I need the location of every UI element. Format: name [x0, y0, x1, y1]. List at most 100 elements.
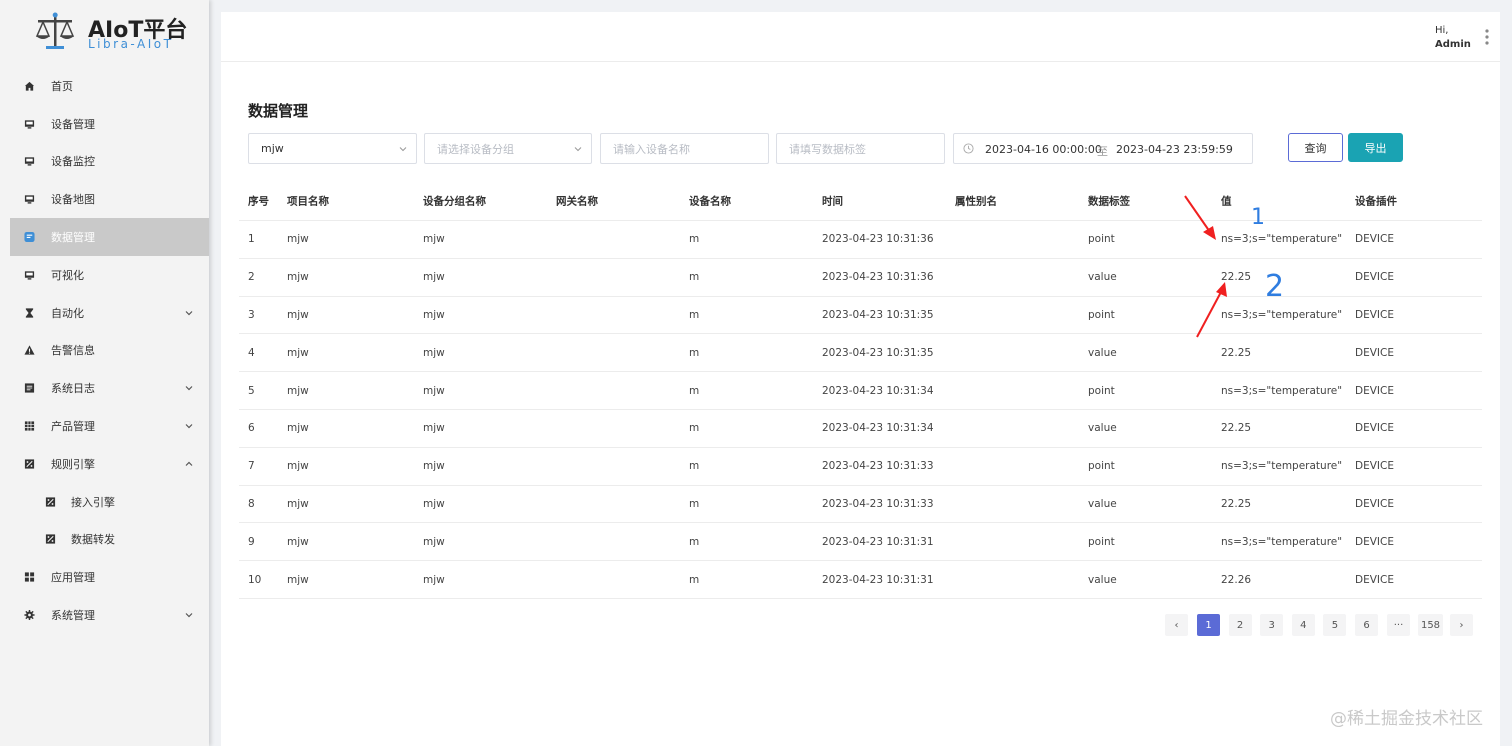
- table-cell: ns=3;s="temperature": [1221, 233, 1343, 246]
- table-cell: mjw: [287, 346, 309, 359]
- table-cell: m: [689, 460, 700, 473]
- table-cell: 2023-04-23 10:31:36: [822, 233, 934, 246]
- chevron-up-icon: [184, 459, 194, 469]
- table-cell: m: [689, 233, 700, 246]
- table-cell: 2023-04-23 10:31:33: [822, 460, 934, 473]
- sidebar-item[interactable]: 自动化: [0, 294, 209, 332]
- table-row[interactable]: 4 mjw mjw m 2023-04-23 10:31:35 value 22.25 DEV…: [239, 334, 1482, 373]
- sidebar-item-label: 系统管理: [51, 609, 95, 623]
- table-cell: m: [689, 346, 700, 359]
- date-start[interactable]: 2023-04-16 00:00:00: [985, 143, 1102, 156]
- monitor-icon: [24, 269, 35, 280]
- grid-icon: [24, 421, 35, 432]
- rule-icon: [24, 458, 35, 469]
- table-cell: 2023-04-23 10:31:35: [822, 308, 934, 321]
- table-cell: point: [1088, 460, 1115, 473]
- sidebar-item[interactable]: 产品管理: [0, 407, 209, 445]
- sidebar-item-label: 设备管理: [51, 117, 95, 131]
- clock-icon: [963, 143, 974, 154]
- next-page-button[interactable]: ›: [1450, 614, 1473, 636]
- table-cell: 22.25: [1221, 346, 1252, 359]
- ellipsis-button[interactable]: ···: [1387, 614, 1410, 636]
- page-button[interactable]: 2: [1228, 614, 1252, 636]
- table-cell: point: [1088, 535, 1115, 548]
- table-cell: m: [689, 573, 700, 586]
- table-cell: 2: [248, 271, 255, 284]
- table-cell: 5: [248, 384, 255, 397]
- table-cell: m: [689, 497, 700, 510]
- table-row[interactable]: 10 mjw mjw m 2023-04-23 10:31:31 value 22.26 DE…: [239, 561, 1482, 599]
- table-cell: 22.25: [1221, 271, 1252, 284]
- page-button[interactable]: 5: [1323, 614, 1347, 636]
- more-vertical-icon[interactable]: [1485, 29, 1489, 45]
- table-cell: 2023-04-23 10:31:33: [822, 497, 934, 510]
- table-cell: mjw: [423, 271, 445, 284]
- app-subtitle: Libra-AIoT: [88, 37, 174, 51]
- sidebar-item[interactable]: 设备管理: [0, 105, 209, 143]
- sidebar-item[interactable]: 数据转发: [0, 521, 209, 559]
- date-range-picker[interactable]: 2023-04-16 00:00:00 至 2023-04-23 23:59:5…: [953, 133, 1253, 164]
- group-select[interactable]: 请选择设备分组: [424, 133, 592, 164]
- page-button[interactable]: 6: [1355, 614, 1378, 636]
- prev-page-button[interactable]: ‹: [1165, 614, 1188, 636]
- table-cell: 2023-04-23 10:31:35: [822, 346, 934, 359]
- watermark: @稀土掘金技术社区: [1330, 709, 1483, 729]
- apps-icon: [24, 572, 35, 583]
- table-cell: 6: [248, 422, 255, 435]
- top-bar: Hi, Admin: [221, 12, 1500, 62]
- table-cell: mjw: [287, 573, 309, 586]
- table-cell: mjw: [287, 271, 309, 284]
- chevron-down-icon: [399, 147, 407, 152]
- table-cell: 8: [248, 497, 255, 510]
- sidebar-item[interactable]: 可视化: [0, 256, 209, 294]
- date-end[interactable]: 2023-04-23 23:59:59: [1116, 143, 1233, 156]
- sidebar-menu: 首页设备管理设备监控 设备地图 数据管理可视化自动化告警信息 系统日志 产品管理 规则引擎…: [0, 67, 209, 634]
- chevron-down-icon: [184, 421, 194, 431]
- table-cell: 2023-04-23 10:31:36: [822, 271, 934, 284]
- sidebar-item[interactable]: 应用管理: [0, 558, 209, 596]
- table-row[interactable]: 8 mjw mjw m 2023-04-23 10:31:33 value 22.25 DEV…: [239, 486, 1482, 524]
- table-cell: point: [1088, 384, 1115, 397]
- device-name-input[interactable]: 请输入设备名称: [600, 133, 769, 164]
- sidebar-item[interactable]: 数据管理: [10, 218, 209, 256]
- table-row[interactable]: 5 mjw mjw m 2023-04-23 10:31:34 point ns=3;s="…: [239, 372, 1482, 410]
- page-button[interactable]: 1: [1197, 614, 1220, 636]
- sidebar-item[interactable]: 设备监控: [0, 143, 209, 181]
- log-icon: [24, 383, 35, 394]
- sidebar-item-label: 自动化: [51, 306, 84, 320]
- query-button[interactable]: 查询: [1288, 133, 1343, 162]
- page-button[interactable]: 3: [1260, 614, 1284, 636]
- table-cell: m: [689, 384, 700, 397]
- column-header: 网关名称: [556, 195, 598, 207]
- data-tag-input[interactable]: 请填写数据标签: [776, 133, 945, 164]
- table-row[interactable]: 1 mjw mjw m 2023-04-23 10:31:36 point ns=3;s="…: [239, 221, 1482, 259]
- sidebar-item[interactable]: 系统管理: [0, 596, 209, 634]
- monitor-icon: [24, 118, 35, 129]
- table-row[interactable]: 6 mjw mjw m 2023-04-23 10:31:34 value 22.25 DEV…: [239, 410, 1482, 448]
- export-button[interactable]: 导出: [1348, 133, 1403, 162]
- group-select-placeholder: 请选择设备分组: [437, 142, 514, 156]
- last-page-button[interactable]: 158: [1418, 614, 1443, 636]
- user-greeting[interactable]: Hi, Admin: [1435, 24, 1471, 52]
- sidebar-item[interactable]: 接入引擎: [0, 483, 209, 521]
- project-select[interactable]: mjw: [248, 133, 417, 164]
- sidebar-item[interactable]: 首页: [0, 67, 209, 105]
- table-cell: mjw: [423, 233, 445, 246]
- table-row[interactable]: 2 mjw mjw m 2023-04-23 10:31:36 value 22.25 DEV…: [239, 259, 1482, 297]
- sidebar-item[interactable]: 设备地图: [0, 180, 209, 218]
- sidebar-item[interactable]: 规则引擎: [0, 445, 209, 483]
- table-row[interactable]: 3 mjw mjw m 2023-04-23 10:31:35 point ns=3;s="…: [239, 297, 1482, 335]
- sidebar-item[interactable]: 告警信息: [0, 332, 209, 370]
- page-button[interactable]: 4: [1291, 614, 1315, 636]
- hourglass-icon: [24, 307, 35, 318]
- sidebar-item[interactable]: 系统日志: [0, 369, 209, 407]
- table-cell: 7: [248, 460, 255, 473]
- table-cell: 22.25: [1221, 497, 1252, 510]
- table-row[interactable]: 9 mjw mjw m 2023-04-23 10:31:31 point ns=3;s="…: [239, 523, 1482, 562]
- column-header: 项目名称: [287, 195, 329, 207]
- sidebar-item-label: 可视化: [51, 268, 84, 282]
- logo[interactable]: AIoT平台 Libra-AIoT: [0, 0, 209, 68]
- column-header: 设备插件: [1355, 195, 1397, 207]
- table-row[interactable]: 7 mjw mjw m 2023-04-23 10:31:33 point ns=3;s="…: [239, 448, 1482, 486]
- scales-logo-icon: [35, 12, 75, 49]
